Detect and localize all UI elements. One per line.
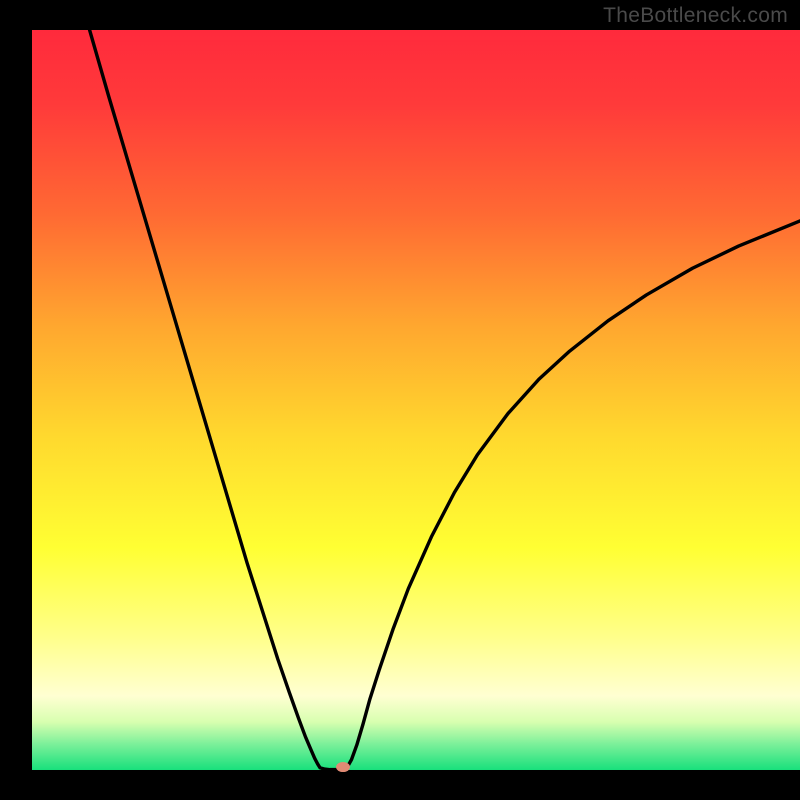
chart-background xyxy=(32,30,800,770)
watermark-text: TheBottleneck.com xyxy=(603,4,788,28)
bottleneck-chart xyxy=(0,0,800,800)
optimal-point-marker xyxy=(336,762,350,772)
chart-container: { "watermark": "TheBottleneck.com", "cha… xyxy=(0,0,800,800)
